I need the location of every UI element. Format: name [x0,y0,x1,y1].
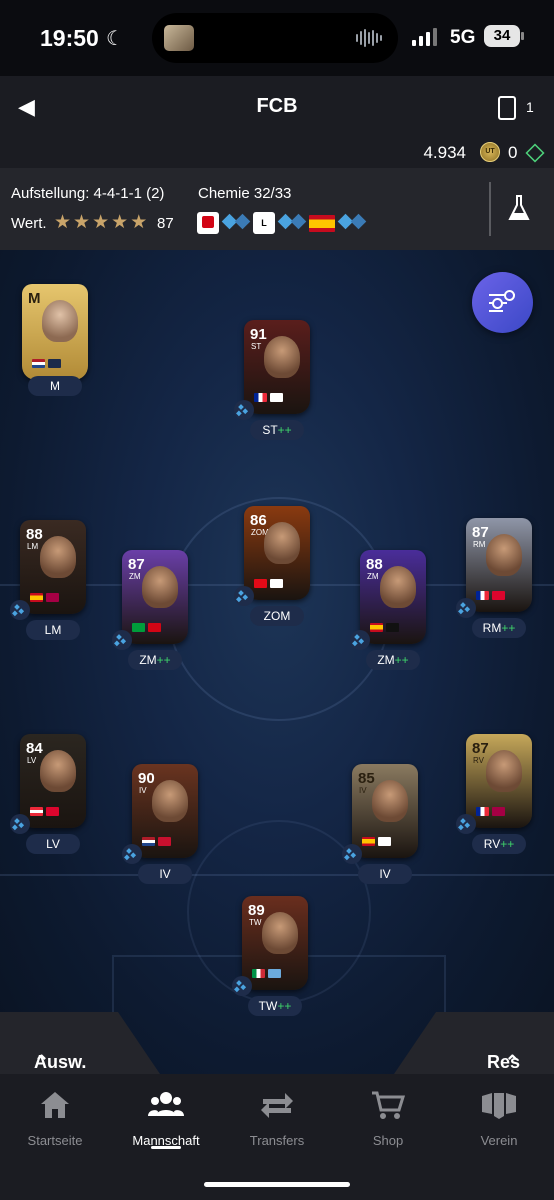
position-label[interactable]: ZOM [250,606,304,626]
chemistry-label: Chemie 32/33 [198,185,292,202]
player-card[interactable]: 87 RV [466,734,532,828]
network-type: 5G [450,27,476,48]
player-card[interactable]: 85 IV [352,764,418,858]
star-icon: ★ [54,212,72,233]
coin-icon: UT [480,142,500,162]
position-label[interactable]: RM++ [472,618,526,638]
star-icon: ★ [130,212,148,233]
status-bar: 19:50 ☾ 5G 34 [0,0,554,76]
bundesliga-logo-icon [197,212,219,234]
position-label[interactable]: TW++ [248,996,302,1016]
tab-startseite[interactable]: Startseite [0,1090,110,1148]
chemistry-diamonds [277,213,307,232]
home-icon [41,1092,69,1118]
tab-label: Startseite [27,1133,83,1148]
star-icon: ★ [92,212,110,233]
manager-card[interactable]: M [22,284,88,380]
tab-label: Transfers [249,1133,305,1148]
squad-header: ◀ FCB 1 4.934 UT 0 [0,76,554,168]
chemistry-badge [342,844,362,864]
chemistry-badge [232,976,252,996]
position-label[interactable]: IV [358,864,412,884]
chemistry-diamonds [337,213,367,232]
chemistry-badge [234,586,254,606]
card-icon[interactable] [498,96,516,120]
substitutes-label: Ausw. [34,1052,87,1072]
home-indicator [204,1182,350,1187]
tab-transfers[interactable]: Transfers [222,1090,332,1148]
player-card[interactable]: 90 IV [132,764,198,858]
chemistry-diamonds [221,213,251,232]
manager-pos: M [28,290,41,307]
position-label[interactable]: IV [138,864,192,884]
star-icon: ★ [111,212,129,233]
status-time: 19:50 [40,25,99,51]
active-tab-indicator [151,1146,181,1149]
now-playing-thumbnail [164,25,194,51]
player-card[interactable]: 89 TW [242,896,308,990]
flask-icon[interactable] [508,194,530,222]
laliga-logo-icon: L [253,212,275,234]
position-label[interactable]: M [28,376,82,396]
tab-label: Shop [372,1133,404,1148]
signal-icon [412,28,437,46]
formation-label[interactable]: Aufstellung: 4-4-1-1 (2) [11,185,164,202]
spain-flag-icon [309,214,335,232]
chemistry-badge [112,630,132,650]
tactics-button[interactable] [472,272,533,333]
coins-amount: 4.934 [423,143,466,162]
focus-moon-icon: ☾ [106,28,124,50]
pitch: M M 91 ST ST++ 88 LM LM 86 ZOM ZOM 87 RM RM+… [0,250,554,1074]
chemistry-badge [122,844,142,864]
shop-icon [372,1091,406,1119]
chemistry-badge [456,814,476,834]
chemistry-badge [456,598,476,618]
battery-level: 34 [484,25,524,47]
points-icon [525,143,545,163]
position-label[interactable]: RV++ [472,834,526,854]
player-card[interactable]: 87 RM [466,518,532,612]
position-label[interactable]: ZM++ [366,650,420,670]
club-icon [482,1093,516,1119]
position-label[interactable]: ST++ [250,420,304,440]
star-icon: ★ [73,212,91,233]
tab-mannschaft[interactable]: Mannschaft [111,1090,221,1148]
chemistry-badge [10,814,30,834]
position-label[interactable]: ZM++ [128,650,182,670]
chemistry-badge [234,400,254,420]
manager-photo [42,300,78,342]
position-label[interactable]: LV [26,834,80,854]
player-card[interactable]: 88 ZM [360,550,426,644]
page-title: FCB [256,95,298,117]
squad-info-panel: Aufstellung: 4-4-1-1 (2) Chemie 32/33 We… [0,168,554,250]
squad-rating: 87 [157,215,174,232]
points-amount: 0 [508,143,518,162]
team-icon [148,1092,184,1116]
position-label[interactable]: LM [26,620,80,640]
rating-stars: ★ ★ ★ ★ ★ [54,213,147,232]
chemistry-badge [350,630,370,650]
value-label: Wert. [11,215,47,232]
chemistry-breakdown: L [197,212,367,234]
player-card[interactable]: 84 LV [20,734,86,828]
dynamic-island [152,13,398,63]
player-card[interactable]: 86 ZOM [244,506,310,600]
audio-wave-icon [356,29,382,47]
divider [489,182,491,236]
player-card[interactable]: 88 LM [20,520,86,614]
chemistry-badge [10,600,30,620]
tab-verein[interactable]: Verein [444,1090,554,1148]
player-card[interactable]: 87 ZM [122,550,188,644]
player-card[interactable]: 91 ST [244,320,310,414]
card-count: 1 [526,99,534,115]
chevron-up-icon: ⌃ [504,1052,520,1072]
tab-shop[interactable]: Shop [333,1090,443,1148]
tab-label: Verein [480,1133,518,1148]
transfers-icon [261,1093,293,1118]
